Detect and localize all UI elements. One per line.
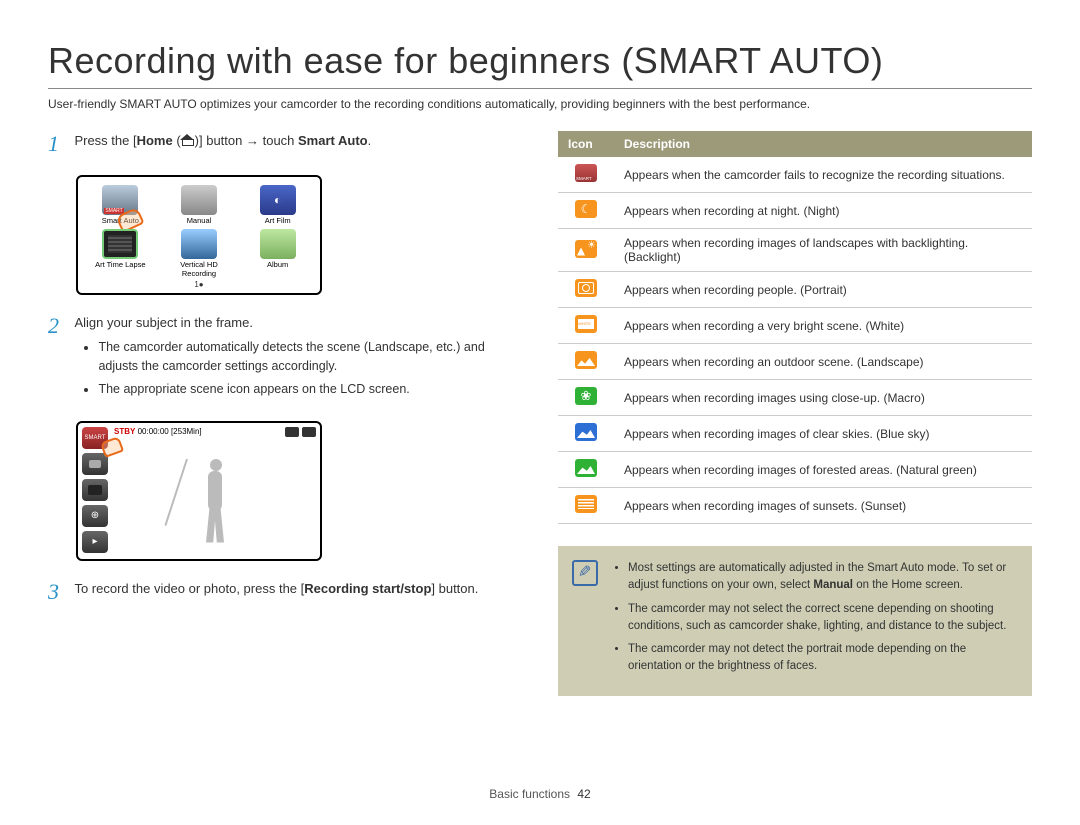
menu-label: Smart Auto [84, 217, 157, 225]
page-footer: Basic functions 42 [0, 787, 1080, 801]
page-indicator: 1● [84, 280, 314, 289]
manual-icon [181, 185, 217, 215]
step-2: 2 Align your subject in the frame. The c… [48, 313, 522, 403]
bullet-item: The camcorder automatically detects the … [98, 338, 520, 376]
bullet-item: The appropriate scene icon appears on th… [98, 380, 520, 399]
card-icon [302, 427, 316, 437]
stby-label: STBY [114, 427, 135, 436]
pointing-hand-icon [102, 439, 124, 461]
smart-default-icon [575, 164, 597, 182]
step-3: 3 To record the video or photo, press th… [48, 579, 522, 605]
note-item: The camcorder may not select the correct… [628, 601, 1016, 636]
menu-label: Album [241, 261, 314, 269]
art-film-icon [260, 185, 296, 215]
natural-green-icon [575, 459, 597, 477]
note-item: Most settings are automatically adjusted… [628, 560, 1016, 595]
table-row: Appears when recording images of sunsets… [558, 488, 1032, 524]
text: )] button [195, 133, 246, 148]
portrait-icon [575, 279, 597, 297]
recording-button-label: Recording start/stop [304, 581, 431, 596]
table-cell: Appears when recording images of sunsets… [614, 488, 1032, 524]
page-number: 42 [577, 787, 590, 801]
subject-silhouette [188, 449, 248, 549]
table-row: Appears when recording images of clear s… [558, 416, 1032, 452]
menu-label: Vertical HD Recording [163, 261, 236, 278]
menu-vertical-hd: Vertical HD Recording [163, 229, 236, 278]
menu-label: Art Time Lapse [84, 261, 157, 269]
smart-auto-icon [102, 185, 138, 215]
note-box: Most settings are automatically adjusted… [558, 546, 1032, 696]
text: . [368, 133, 372, 148]
text: touch [259, 133, 298, 148]
scene-icon-table: Icon Description Appears when the camcor… [558, 131, 1032, 524]
table-cell: Appears when recording a very bright sce… [614, 308, 1032, 344]
macro-icon [575, 387, 597, 405]
home-label: Home [137, 133, 173, 148]
step-text: Align your subject in the frame. [74, 315, 252, 330]
white-scene-icon [575, 315, 597, 333]
page-title: Recording with ease for beginners (SMART… [48, 40, 1032, 89]
table-row: Appears when recording images of foreste… [558, 452, 1032, 488]
step-1: 1 Press the [Home ()] button → touch Sma… [48, 131, 522, 157]
backlight-icon [575, 240, 597, 258]
text: ] button. [431, 581, 478, 596]
recording-time: 00:00:00 [253Min] [138, 427, 202, 436]
text: Press the [ [74, 133, 136, 148]
lcd-camera-icon [82, 479, 108, 501]
menu-art-time-lapse: Art Time Lapse [84, 229, 157, 278]
menu-art-film: Art Film [241, 185, 314, 225]
step-number: 2 [48, 313, 70, 339]
landscape-icon [575, 351, 597, 369]
table-row: Appears when recording at night. (Night) [558, 193, 1032, 229]
table-row: Appears when the camcorder fails to reco… [558, 157, 1032, 193]
menu-smart-auto: Smart Auto [84, 185, 157, 225]
table-header-description: Description [614, 131, 1032, 157]
menu-label: Manual [163, 217, 236, 225]
home-icon [181, 134, 195, 146]
note-icon [572, 560, 598, 586]
menu-manual: Manual [163, 185, 236, 225]
table-cell: Appears when recording images of landsca… [614, 229, 1032, 272]
table-row: Appears when recording a very bright sce… [558, 308, 1032, 344]
lcd-play-icon [82, 531, 108, 553]
table-row: Appears when recording images using clos… [558, 380, 1032, 416]
table-cell: Appears when recording images of foreste… [614, 452, 1032, 488]
lcd-screenshot: SMART STBY 00:00:00 [253Min] [76, 421, 322, 561]
text: To record the video or photo, press the … [74, 581, 304, 596]
table-cell: Appears when the camcorder fails to reco… [614, 157, 1032, 193]
home-menu-screenshot: Smart Auto Manual Art Film Art Time Laps… [76, 175, 322, 295]
table-row: Appears when recording an outdoor scene.… [558, 344, 1032, 380]
album-icon [260, 229, 296, 259]
menu-album: Album [241, 229, 314, 278]
table-row: Appears when recording people. (Portrait… [558, 272, 1032, 308]
intro-text: User-friendly SMART AUTO optimizes your … [48, 97, 1032, 111]
vertical-hd-icon [181, 229, 217, 259]
night-icon [575, 200, 597, 218]
table-cell: Appears when recording images of clear s… [614, 416, 1032, 452]
section-label: Basic functions [489, 787, 570, 801]
battery-icon [285, 427, 299, 437]
left-column: 1 Press the [Home ()] button → touch Sma… [48, 131, 522, 696]
table-header-icon: Icon [558, 131, 614, 157]
table-cell: Appears when recording an outdoor scene.… [614, 344, 1032, 380]
table-cell: Appears when recording at night. (Night) [614, 193, 1032, 229]
right-column: Icon Description Appears when the camcor… [558, 131, 1032, 696]
lcd-zoom-icon [82, 505, 108, 527]
step-number: 3 [48, 579, 70, 605]
sunset-icon [575, 495, 597, 513]
smart-auto-label: Smart Auto [298, 133, 368, 148]
table-row: Appears when recording images of landsca… [558, 229, 1032, 272]
menu-label: Art Film [241, 217, 314, 225]
blue-sky-icon [575, 423, 597, 441]
table-cell: Appears when recording images using clos… [614, 380, 1032, 416]
note-item: The camcorder may not detect the portrai… [628, 641, 1016, 676]
step-number: 1 [48, 131, 70, 157]
table-cell: Appears when recording people. (Portrait… [614, 272, 1032, 308]
arrow-icon: → [246, 133, 259, 148]
time-lapse-icon [102, 229, 138, 259]
